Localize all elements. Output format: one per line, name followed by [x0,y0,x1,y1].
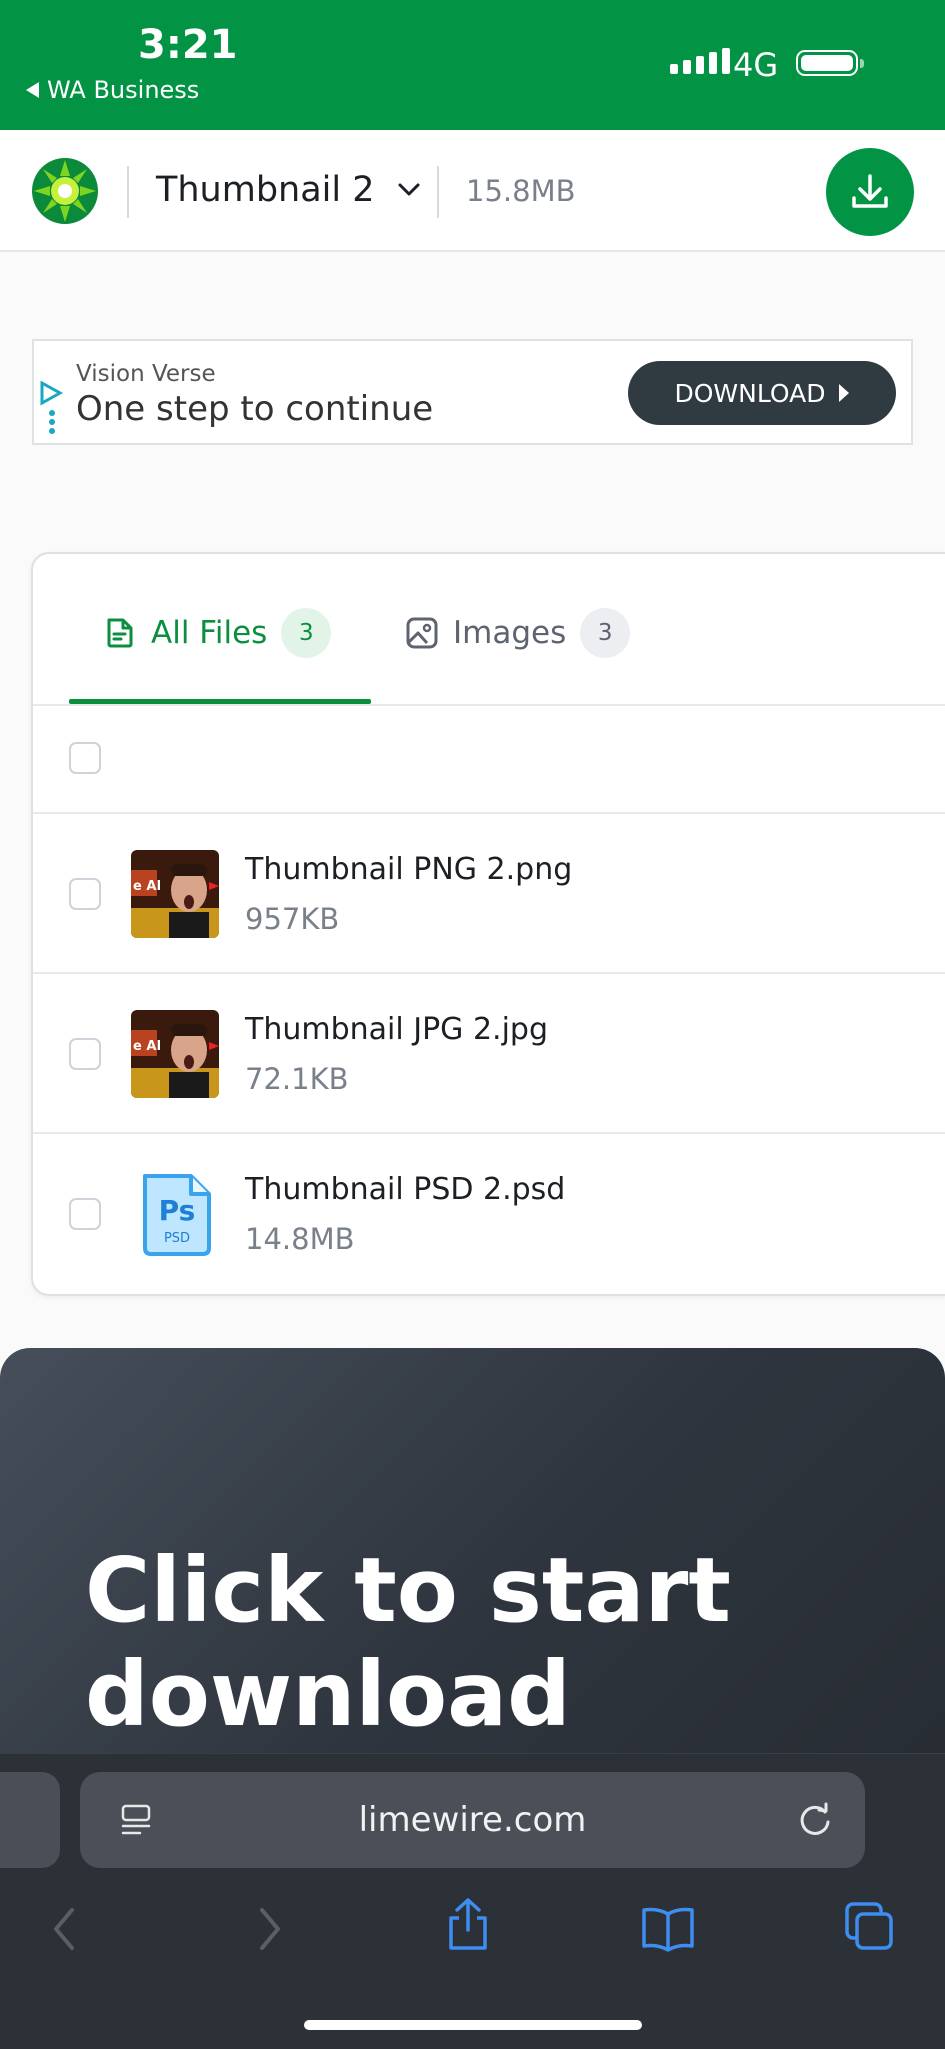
file-size: 14.8MB [245,1222,355,1256]
download-all-button[interactable] [826,148,914,236]
browser-toolbar: limewire.com [0,1753,945,2049]
address-bar[interactable]: limewire.com [80,1772,865,1868]
tab-all-files-count: 3 [281,608,332,658]
select-all-row [33,704,945,812]
file-title-dropdown[interactable]: Thumbnail 2 [156,170,421,210]
document-icon [107,618,133,648]
svg-text:e AI: e AI [133,1039,161,1054]
back-to-app-link[interactable]: WA Business [26,76,199,104]
back-icon[interactable] [46,1904,82,1954]
download-icon [852,174,888,208]
status-time: 3:21 [138,22,238,68]
reload-icon[interactable] [795,1800,835,1840]
svg-text:PSD: PSD [164,1231,190,1246]
ad-headline: One step to continue [76,389,434,429]
file-checkbox[interactable] [69,1198,101,1230]
tab-images[interactable]: Images 3 [405,606,631,660]
file-title: Thumbnail 2 [156,170,375,210]
file-row[interactable]: e AI Thumbnail JPG 2.jpg 72.1KB [33,972,945,1134]
file-row[interactable]: Ps PSD Thumbnail PSD 2.psd 14.8MB [33,1132,945,1294]
limewire-logo-icon [32,158,98,224]
file-checkbox[interactable] [69,878,101,910]
promo-title-line: Click to start [85,1538,731,1642]
forward-icon[interactable] [252,1904,288,1954]
tab-images-count: 3 [580,608,631,658]
chevron-down-icon [398,183,420,196]
svg-text:Ps: Ps [159,1194,196,1227]
ad-download-button[interactable]: DOWNLOAD [628,361,896,425]
previous-tab-preview[interactable] [0,1772,60,1868]
url-text: limewire.com [358,1800,587,1840]
file-row[interactable]: e AI Thumbnail PNG 2.png 957KB [33,812,945,974]
tab-all-files[interactable]: All Files 3 [103,606,332,660]
share-icon[interactable] [443,1896,493,1952]
file-list-card: All Files 3 Images 3 e AI Thumbnail PNG … [31,552,945,1296]
file-size: 72.1KB [245,1062,349,1096]
battery-icon [796,50,864,76]
status-bar: 3:21 WA Business 4G [0,0,945,130]
ad-choices-icon[interactable] [38,381,66,437]
back-arrow-icon [26,82,39,98]
image-icon [406,617,438,649]
play-arrow-icon [839,384,850,402]
network-type: 4G [733,46,779,84]
tabs-icon[interactable] [843,1900,895,1952]
svg-text:e AI: e AI [133,879,161,894]
header-divider [437,166,439,218]
ad-banner[interactable]: Vision Verse One step to continue DOWNLO… [32,339,913,445]
file-size: 957KB [245,902,340,936]
ad-download-label: DOWNLOAD [674,378,826,408]
bookmarks-icon[interactable] [640,1904,696,1954]
total-size: 15.8MB [466,174,576,208]
file-name: Thumbnail JPG 2.jpg [245,1012,548,1047]
file-name: Thumbnail PNG 2.png [245,852,573,887]
promo-title: Click to start download [85,1538,865,1746]
app-header: Thumbnail 2 15.8MB [0,130,945,252]
home-indicator[interactable] [304,2020,642,2030]
image-thumbnail: e AI [131,1010,219,1098]
back-app-label: WA Business [47,76,200,104]
tab-images-label: Images [453,615,567,651]
file-tabs: All Files 3 Images 3 [33,554,945,706]
photoshop-file-icon: Ps PSD [131,1170,219,1258]
tab-all-files-label: All Files [151,615,268,651]
image-thumbnail: e AI [131,850,219,938]
select-all-checkbox[interactable] [69,742,101,774]
ad-brand: Vision Verse [76,361,216,387]
file-name: Thumbnail PSD 2.psd [245,1172,566,1207]
promo-title-line: download [85,1642,571,1746]
file-checkbox[interactable] [69,1038,101,1070]
cellular-signal-icon [670,48,730,74]
header-divider [127,166,129,218]
